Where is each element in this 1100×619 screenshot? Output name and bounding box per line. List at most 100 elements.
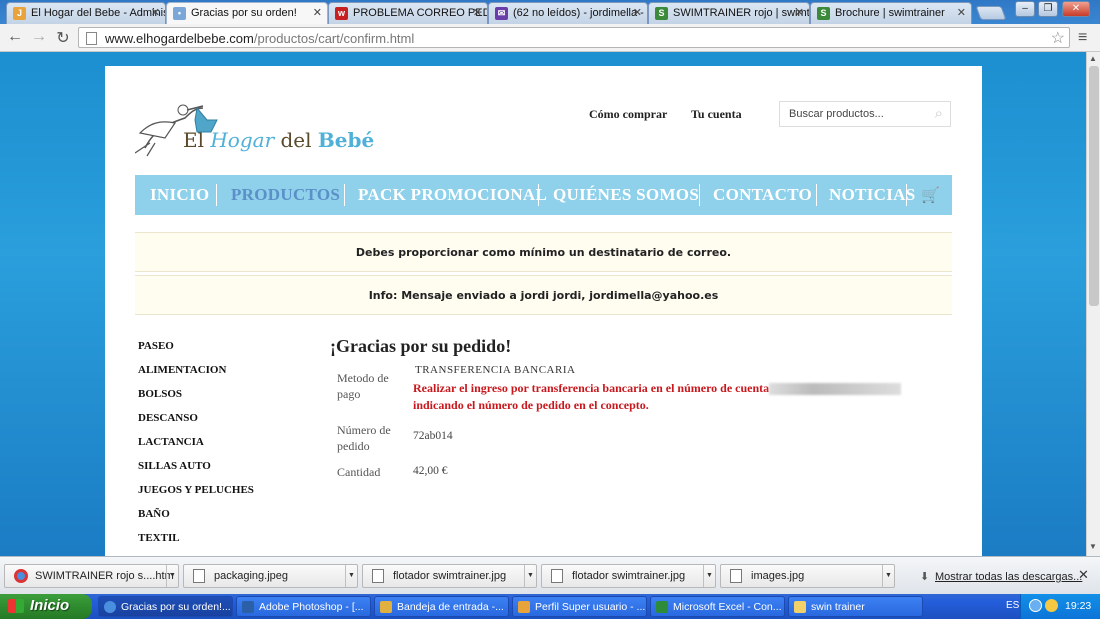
chevron-down-icon[interactable]: ▼ bbox=[524, 565, 536, 587]
taskbar-item[interactable]: swin trainer bbox=[788, 596, 923, 617]
chevron-down-icon[interactable]: ▼ bbox=[345, 565, 357, 587]
category-item[interactable]: BOLSOS bbox=[138, 386, 288, 410]
nav-quienes-somos[interactable]: QUIÉNES SOMOS bbox=[553, 185, 699, 205]
close-icon[interactable]: ✕ bbox=[313, 6, 322, 19]
nav-separator bbox=[906, 184, 907, 206]
category-item[interactable]: PASEO bbox=[138, 338, 288, 362]
tab-swimtrainer-rojo[interactable]: S SWIMTRAINER rojo | swimt ✕ bbox=[648, 2, 810, 24]
nav-noticias[interactable]: NOTICIAS bbox=[829, 185, 915, 205]
scrollbar-thumb[interactable] bbox=[1089, 66, 1099, 306]
close-icon[interactable]: ✕ bbox=[151, 6, 160, 19]
tab-yahoo-mail[interactable]: ✉ (62 no leídos) - jordimella - ✕ bbox=[488, 2, 648, 24]
messenger-icon[interactable] bbox=[1045, 599, 1058, 612]
category-item[interactable]: BAÑO bbox=[138, 506, 288, 530]
language-indicator[interactable]: ES bbox=[1006, 600, 1019, 611]
category-item[interactable]: DESCANSO bbox=[138, 410, 288, 434]
info-notice: Info: Mensaje enviado a jordi jordi, jor… bbox=[135, 275, 952, 315]
redacted-account-number bbox=[769, 383, 902, 396]
download-filename: flotador swimtrainer.jpg bbox=[572, 570, 686, 582]
joomla-icon: J bbox=[13, 7, 26, 20]
payment-method-label: Metodo de pago bbox=[337, 371, 389, 401]
taskbar-item[interactable]: Gracias por su orden!... bbox=[98, 596, 233, 617]
nav-separator bbox=[699, 184, 700, 206]
start-label: Inicio bbox=[30, 597, 70, 614]
scroll-down-icon[interactable]: ▼ bbox=[1089, 542, 1097, 551]
close-icon[interactable]: ✕ bbox=[633, 6, 642, 19]
payment-instruction-line1: Realizar el ingreso por transferencia ba… bbox=[413, 381, 770, 395]
network-icon[interactable] bbox=[1029, 599, 1042, 612]
nav-inicio[interactable]: INICIO bbox=[150, 185, 209, 205]
site-logo[interactable]: El Hogar del Bebé bbox=[135, 98, 374, 158]
image-file-icon bbox=[551, 569, 563, 583]
category-item[interactable]: JUEGOS Y PELUCHES bbox=[138, 482, 288, 506]
payment-instruction: Realizar el ingreso por transferencia ba… bbox=[413, 380, 913, 414]
taskbar-item[interactable]: Bandeja de entrada -... bbox=[374, 596, 509, 617]
download-filename: packaging.jpeg bbox=[214, 570, 289, 582]
download-item[interactable]: images.jpg ▼ bbox=[720, 564, 895, 588]
chevron-down-icon[interactable]: ▼ bbox=[166, 565, 178, 587]
taskbar-item[interactable]: Adobe Photoshop - [... bbox=[236, 596, 371, 617]
nav-productos[interactable]: PRODUCTOS bbox=[231, 185, 340, 205]
tab-admin[interactable]: J El Hogar del Bebe - Administ ✕ bbox=[6, 2, 166, 24]
account-link[interactable]: Tu cuenta bbox=[691, 107, 742, 122]
star-icon[interactable]: ☆ bbox=[1051, 28, 1065, 48]
scroll-up-icon[interactable]: ▲ bbox=[1089, 54, 1097, 63]
category-item[interactable]: ALIMENTACION bbox=[138, 362, 288, 386]
taskbar-item[interactable]: Microsoft Excel - Con... bbox=[650, 596, 785, 617]
search-icon[interactable]: ⌕ bbox=[935, 105, 943, 122]
how-to-buy-link[interactable]: Cómo comprar bbox=[589, 107, 667, 122]
download-item[interactable]: packaging.jpeg ▼ bbox=[183, 564, 358, 588]
quantity-value: 42,00 € bbox=[413, 465, 448, 477]
close-window-icon[interactable]: ✕ bbox=[1062, 1, 1090, 17]
start-button[interactable]: Inicio bbox=[0, 594, 92, 619]
search-input[interactable]: Buscar productos... ⌕ bbox=[779, 101, 951, 127]
cart-icon[interactable]: 🛒 bbox=[921, 186, 940, 204]
category-item[interactable]: TEXTIL bbox=[138, 530, 288, 554]
close-icon[interactable]: ✕ bbox=[957, 6, 966, 19]
order-number-value: 72ab014 bbox=[413, 430, 453, 442]
logo-word: Hogar bbox=[210, 128, 275, 152]
close-icon[interactable]: ✕ bbox=[795, 6, 804, 19]
address-bar[interactable]: www.elhogardelbebe.com/productos/cart/co… bbox=[78, 27, 1070, 48]
download-item[interactable]: flotador swimtrainer.jpg ▼ bbox=[362, 564, 537, 588]
minimize-icon[interactable]: – bbox=[1015, 1, 1035, 17]
page-scrollbar[interactable]: ▲ ▼ bbox=[1086, 52, 1100, 556]
reload-icon[interactable]: ↻ bbox=[53, 28, 73, 48]
download-item[interactable]: SWIMTRAINER rojo s....htm ▼ bbox=[4, 564, 179, 588]
search-placeholder: Buscar productos... bbox=[789, 108, 884, 120]
chevron-down-icon[interactable]: ▼ bbox=[703, 565, 715, 587]
category-item[interactable]: LACTANCIA bbox=[138, 434, 288, 458]
taskbar-item[interactable]: Perfil Super usuario - ... bbox=[512, 596, 647, 617]
image-file-icon bbox=[730, 569, 742, 583]
nav-separator bbox=[816, 184, 817, 206]
download-item[interactable]: flotador swimtrainer.jpg ▼ bbox=[541, 564, 716, 588]
tab-gracias[interactable]: • Gracias por su orden! ✕ bbox=[166, 2, 328, 25]
error-notice: Debes proporcionar como mínimo un destin… bbox=[135, 232, 952, 272]
category-item[interactable]: SILLAS AUTO bbox=[138, 458, 288, 482]
chevron-down-icon[interactable]: ▼ bbox=[882, 565, 894, 587]
menu-icon[interactable]: ≡ bbox=[1078, 29, 1087, 47]
page-container: El Hogar del Bebé Cómo comprar Tu cuenta… bbox=[105, 66, 982, 556]
tab-title: PROBLEMA CORREO PEDID bbox=[353, 7, 488, 19]
quantity-label: Cantidad bbox=[337, 465, 381, 479]
close-icon[interactable]: ✕ bbox=[473, 6, 482, 19]
order-confirmation: ¡Gracias por su pedido! Metodo de pago T… bbox=[330, 336, 930, 479]
nav-contacto[interactable]: CONTACTO bbox=[713, 185, 812, 205]
tab-brochure[interactable]: S Brochure | swimtrainer ✕ bbox=[810, 2, 972, 24]
maximize-icon[interactable]: ❐ bbox=[1038, 1, 1058, 17]
download-filename: SWIMTRAINER rojo s....htm bbox=[35, 570, 174, 582]
main-nav: INICIO PRODUCTOS PACK PROMOCIONAL QUIÉNE… bbox=[135, 175, 952, 215]
browser-tab-strip: J El Hogar del Bebe - Administ ✕ • Graci… bbox=[0, 0, 1100, 25]
new-tab-button[interactable] bbox=[975, 6, 1007, 20]
page-title: ¡Gracias por su pedido! bbox=[330, 336, 512, 356]
close-icon[interactable]: ✕ bbox=[1078, 567, 1089, 583]
nav-pack-promocional[interactable]: PACK PROMOCIONAL bbox=[358, 185, 547, 205]
show-all-downloads-link[interactable]: ⬇ Mostrar todas las descargas... bbox=[920, 570, 1082, 583]
taskbar-item-title: Adobe Photoshop - [... bbox=[259, 601, 364, 613]
tab-problema-correo[interactable]: w PROBLEMA CORREO PEDID ✕ bbox=[328, 2, 488, 24]
forward-icon[interactable]: → bbox=[29, 28, 49, 46]
photoshop-icon bbox=[242, 601, 254, 613]
logo-word: del bbox=[280, 128, 312, 152]
back-icon[interactable]: ← bbox=[5, 28, 25, 46]
logo-word: El bbox=[183, 128, 204, 152]
